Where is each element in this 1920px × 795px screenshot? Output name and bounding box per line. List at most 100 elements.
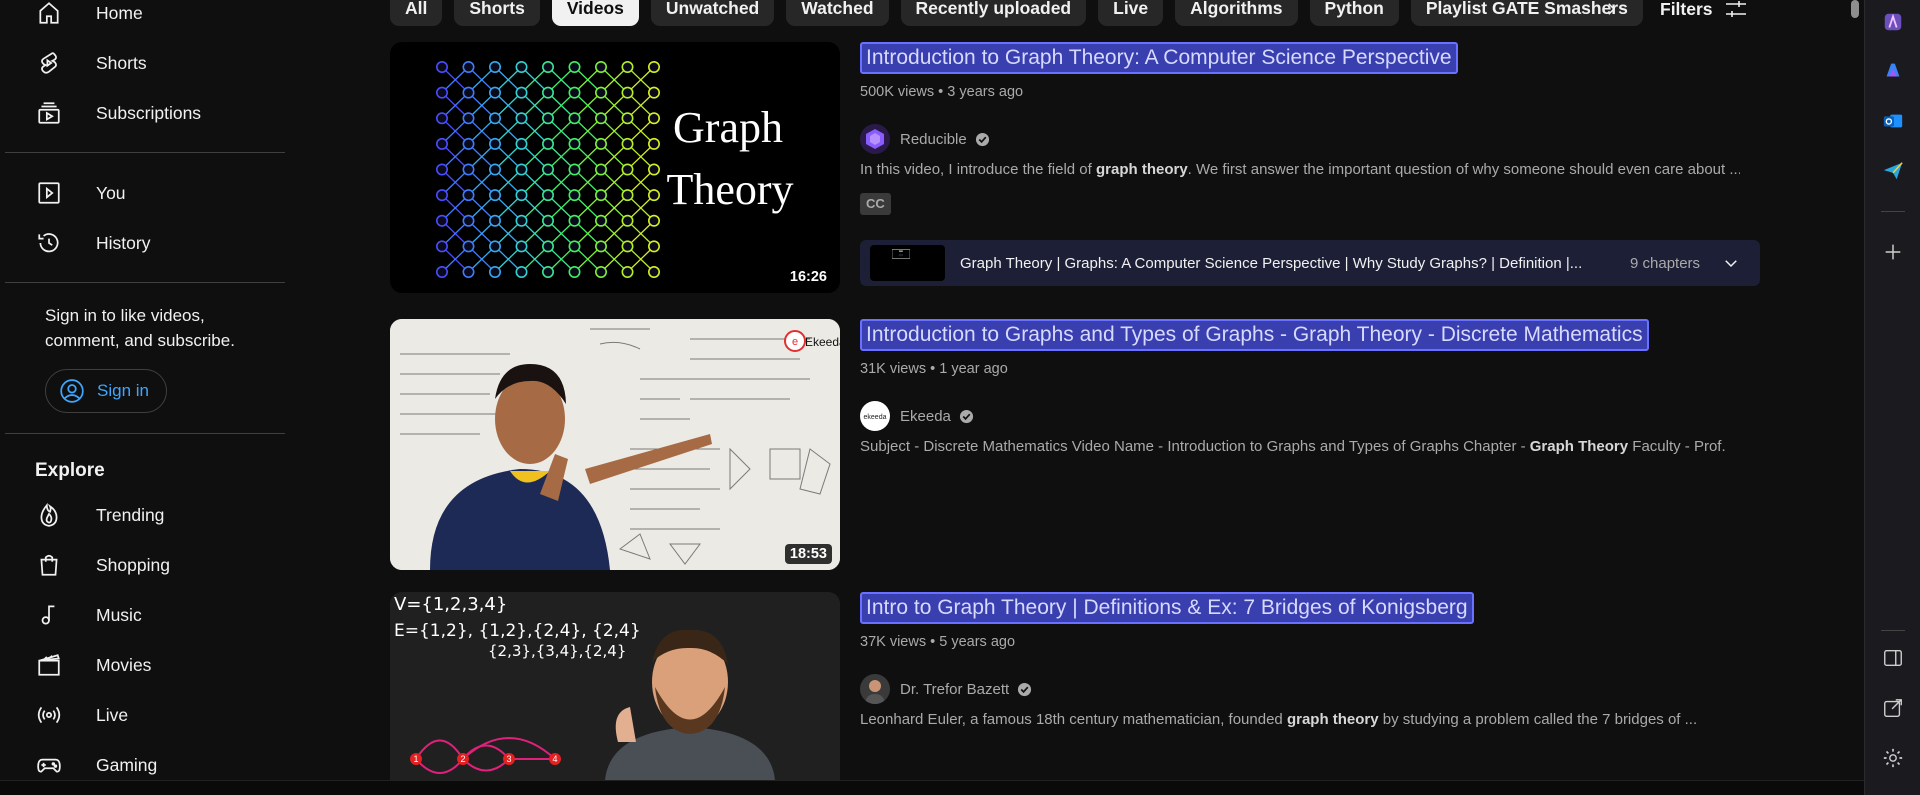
chapters-count: 9 chapters <box>1630 254 1701 272</box>
copilot-icon[interactable] <box>1881 59 1905 83</box>
network-node <box>568 214 581 227</box>
network-node <box>435 112 448 125</box>
settings-gear-icon[interactable] <box>1881 746 1905 770</box>
sidebar-item-shorts[interactable]: Shorts <box>35 45 147 81</box>
video-thumbnail[interactable]: V={1,2,3,4} E={1,2}, {1,2},{2,4}, {2,4} … <box>390 592 840 780</box>
sidebar-item-trending[interactable]: Trending <box>35 497 164 533</box>
network-node <box>462 60 475 73</box>
network-node <box>489 137 502 150</box>
graph-node-label: 3 <box>506 754 511 764</box>
video-title[interactable]: Introduction to Graphs and Types of Grap… <box>860 319 1649 351</box>
video-title[interactable]: Introduction to Graph Theory: A Computer… <box>860 42 1458 74</box>
network-node <box>515 137 528 150</box>
subscriptions-icon <box>35 99 63 127</box>
sidebar-item-gaming[interactable]: Gaming <box>35 747 157 783</box>
chip-all[interactable]: All <box>390 0 443 26</box>
chip-shorts[interactable]: Shorts <box>454 0 540 26</box>
sidebar-item-label: Gaming <box>96 754 158 775</box>
network-node <box>435 189 448 202</box>
chip-recently-uploaded[interactable]: Recently uploaded <box>900 0 1087 26</box>
chip-python[interactable]: Python <box>1309 0 1399 26</box>
sidebar-item-label: You <box>96 182 126 203</box>
sidebar-item-live[interactable]: Live <box>35 697 128 733</box>
view-count: 500K views <box>860 84 935 100</box>
channel-avatar <box>860 124 890 154</box>
network-node <box>435 60 448 73</box>
network-node <box>647 214 660 227</box>
outlook-icon[interactable] <box>1881 109 1905 133</box>
network-node <box>462 86 475 99</box>
sidebar-item-home[interactable]: Home <box>35 0 143 31</box>
sidebar-item-label: Live <box>96 704 129 725</box>
chip-unwatched[interactable]: Unwatched <box>650 0 775 26</box>
sidebar-item-you[interactable]: You <box>35 175 126 211</box>
network-node <box>542 86 555 99</box>
network-node <box>621 163 634 176</box>
thumbnail-text-vertices: V={1,2,3,4} <box>394 594 507 615</box>
svg-text:ekeeda: ekeeda <box>864 414 887 421</box>
video-title[interactable]: Intro to Graph Theory | Definitions & Ex… <box>860 592 1474 624</box>
network-node <box>621 266 634 279</box>
sidebar-item-history[interactable]: History <box>35 225 150 261</box>
network-node <box>435 240 448 253</box>
network-node <box>595 214 608 227</box>
sidebar-item-label: Music <box>96 604 142 625</box>
video-thumbnail[interactable]: e Ekeeda 18:53 <box>390 319 840 570</box>
network-node <box>462 189 475 202</box>
sidebar-toggle-icon[interactable] <box>1881 646 1905 670</box>
network-node <box>568 189 581 202</box>
profile-extension-icon[interactable] <box>1881 10 1905 34</box>
chips-next-button[interactable] <box>1598 0 1624 18</box>
add-icon[interactable] <box>1881 240 1905 264</box>
sidebar-item-shopping[interactable]: Shopping <box>35 547 170 583</box>
network-node <box>489 112 502 125</box>
movies-icon <box>35 651 63 679</box>
network-node <box>515 266 528 279</box>
filter-chips-bar: All Shorts Videos Unwatched Watched Rece… <box>390 0 1655 26</box>
open-external-icon[interactable] <box>1881 696 1905 720</box>
chip-live[interactable]: Live <box>1098 0 1164 26</box>
gaming-icon <box>35 751 63 779</box>
channel-link[interactable]: Dr. Trefor Bazett <box>860 674 1032 704</box>
channel-link[interactable]: Reducible <box>860 124 990 154</box>
network-node <box>542 137 555 150</box>
scrollbar-thumb[interactable] <box>1851 0 1859 18</box>
upload-age: 5 years ago <box>939 634 1016 650</box>
network-node <box>647 240 660 253</box>
account-icon <box>60 379 84 403</box>
chip-videos[interactable]: Videos <box>551 0 639 26</box>
chip-algorithms[interactable]: Algorithms <box>1175 0 1298 26</box>
description-text: . We first answer the important question… <box>1187 161 1740 178</box>
channel-name: Dr. Trefor Bazett <box>900 680 1010 698</box>
video-meta: 500K views • 3 years ago <box>860 84 1024 100</box>
description-text: In this video, I introduce the field of <box>860 161 1096 178</box>
sidebar-item-movies[interactable]: Movies <box>35 647 151 683</box>
youtube-search-page: Home Shorts Subscriptions You History Si… <box>0 0 1920 795</box>
explore-heading: Explore <box>35 460 105 481</box>
sidebar-item-label: Shorts <box>96 52 147 73</box>
network-node <box>489 86 502 99</box>
thumbnail-text-graph: Graph <box>673 103 783 152</box>
chip-watched[interactable]: Watched <box>786 0 889 26</box>
sidebar-item-subscriptions[interactable]: Subscriptions <box>35 95 201 131</box>
network-node <box>542 240 555 253</box>
window-bottom-edge <box>0 780 1864 795</box>
network-node <box>595 137 608 150</box>
sidebar-item-music[interactable]: Music <box>35 597 142 633</box>
description-text: Leonhard Euler, a famous 18th century ma… <box>860 711 1287 728</box>
sidebar-item-label: Trending <box>96 504 165 525</box>
channel-avatar: ekeeda <box>860 401 890 431</box>
browser-side-rail <box>1864 0 1920 795</box>
filters-button[interactable]: Filters <box>1660 0 1749 19</box>
chapters-bar[interactable]: Graph Theory | Graphs: A Computer Scienc… <box>860 240 1760 286</box>
send-icon[interactable] <box>1881 159 1905 183</box>
network-node <box>542 112 555 125</box>
thumbnail-text-edges: E={1,2}, {1,2},{2,4}, {2,4} <box>394 621 641 641</box>
network-node <box>462 163 475 176</box>
sign-in-button[interactable]: Sign in <box>45 369 167 413</box>
page-scrollbar[interactable] <box>1848 0 1862 780</box>
channel-name: Ekeeda <box>900 407 951 425</box>
channel-link[interactable]: ekeeda Ekeeda <box>860 401 974 431</box>
video-thumbnail[interactable]: Graph Theory 16:26 <box>390 42 840 293</box>
network-node <box>647 266 660 279</box>
